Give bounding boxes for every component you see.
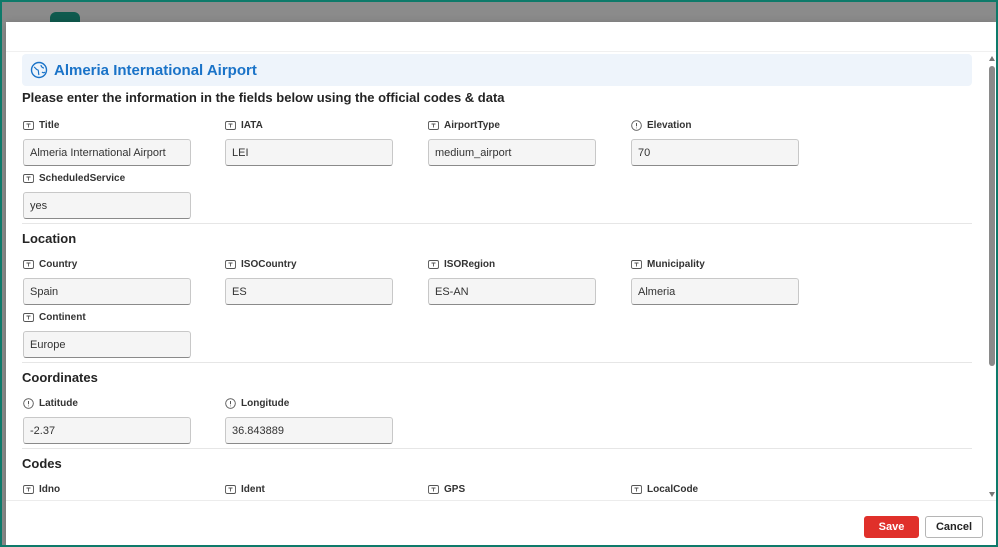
municipality-field-group: Municipality Almeria	[631, 257, 799, 305]
local-code-label: LocalCode	[647, 483, 699, 495]
iso-region-input[interactable]: ES-AN	[428, 278, 596, 305]
iso-region-field-group: ISORegion ES-AN	[428, 257, 596, 305]
dialog-form-body[interactable]: Almeria International Airport Please ent…	[6, 52, 988, 500]
text-field-icon	[225, 484, 236, 494]
section-divider	[22, 448, 972, 449]
scheduled-service-field-group: ScheduledService yes	[23, 171, 191, 219]
number-field-icon	[631, 119, 642, 131]
section-divider	[22, 362, 972, 363]
section-divider	[22, 223, 972, 224]
local-code-field-group: LocalCode	[631, 482, 799, 500]
scheduled-service-input[interactable]: yes	[23, 192, 191, 219]
ident-label: Ident	[241, 483, 265, 495]
scroll-up-arrow-icon[interactable]	[989, 56, 995, 61]
title-banner: Almeria International Airport	[22, 54, 972, 86]
continent-input[interactable]: Europe	[23, 331, 191, 358]
text-field-icon	[23, 484, 34, 494]
scrollbar-thumb[interactable]	[989, 66, 995, 366]
elevation-input[interactable]: 70	[631, 139, 799, 166]
iata-input[interactable]: LEI	[225, 139, 393, 166]
text-field-icon	[631, 484, 642, 494]
latitude-input[interactable]: -2.37	[23, 417, 191, 444]
location-section-title: Location	[22, 231, 77, 246]
cancel-button[interactable]: Cancel	[925, 516, 983, 538]
background-app-header	[0, 0, 998, 22]
dialog-footer: Save Cancel	[6, 500, 996, 545]
country-input[interactable]: Spain	[23, 278, 191, 305]
number-field-icon	[23, 397, 34, 409]
dialog-header	[6, 22, 996, 52]
globe-icon	[30, 61, 48, 79]
iata-field-group: IATA LEI	[225, 118, 393, 166]
page-title: Almeria International Airport	[54, 61, 257, 79]
iso-country-field-group: ISOCountry ES	[225, 257, 393, 305]
scheduled-service-label: ScheduledService	[39, 172, 126, 184]
form-instructions: Please enter the information in the fiel…	[22, 90, 505, 105]
text-field-icon	[23, 120, 34, 130]
text-field-icon	[23, 259, 34, 269]
text-field-icon	[631, 259, 642, 269]
iso-region-label: ISORegion	[444, 258, 496, 270]
longitude-label: Longitude	[241, 397, 290, 409]
country-field-group: Country Spain	[23, 257, 191, 305]
number-field-icon	[225, 397, 236, 409]
ident-field-group: Ident	[225, 482, 393, 500]
municipality-input[interactable]: Almeria	[631, 278, 799, 305]
vertical-scrollbar[interactable]	[988, 52, 996, 500]
text-field-icon	[23, 173, 34, 183]
latitude-label: Latitude	[39, 397, 78, 409]
text-field-icon	[428, 259, 439, 269]
idno-field-group: Idno	[23, 482, 191, 500]
title-label: Title	[39, 119, 60, 131]
municipality-label: Municipality	[647, 258, 705, 270]
latitude-field-group: Latitude -2.37	[23, 396, 191, 444]
text-field-icon	[225, 120, 236, 130]
country-label: Country	[39, 258, 78, 270]
text-field-icon	[225, 259, 236, 269]
continent-label: Continent	[39, 311, 86, 323]
text-field-icon	[428, 484, 439, 494]
save-button[interactable]: Save	[864, 516, 919, 538]
text-field-icon	[428, 120, 439, 130]
iata-label: IATA	[241, 119, 263, 131]
scroll-down-arrow-icon[interactable]	[989, 492, 995, 497]
iso-country-input[interactable]: ES	[225, 278, 393, 305]
gps-field-group: GPS	[428, 482, 596, 500]
idno-label: Idno	[39, 483, 61, 495]
longitude-field-group: Longitude 36.843889	[225, 396, 393, 444]
title-field-group: Title Almeria International Airport	[23, 118, 191, 166]
iso-country-label: ISOCountry	[241, 258, 297, 270]
elevation-field-group: Elevation 70	[631, 118, 799, 166]
airport-type-label: AirportType	[444, 119, 500, 131]
longitude-input[interactable]: 36.843889	[225, 417, 393, 444]
elevation-label: Elevation	[647, 119, 692, 131]
gps-label: GPS	[444, 483, 466, 495]
continent-field-group: Continent Europe	[23, 310, 191, 358]
edit-airport-dialog: Almeria International Airport Please ent…	[6, 22, 996, 545]
airport-type-input[interactable]: medium_airport	[428, 139, 596, 166]
airport-type-field-group: AirportType medium_airport	[428, 118, 596, 166]
text-field-icon	[23, 312, 34, 322]
title-input[interactable]: Almeria International Airport	[23, 139, 191, 166]
codes-section-title: Codes	[22, 456, 62, 471]
coordinates-section-title: Coordinates	[22, 370, 98, 385]
